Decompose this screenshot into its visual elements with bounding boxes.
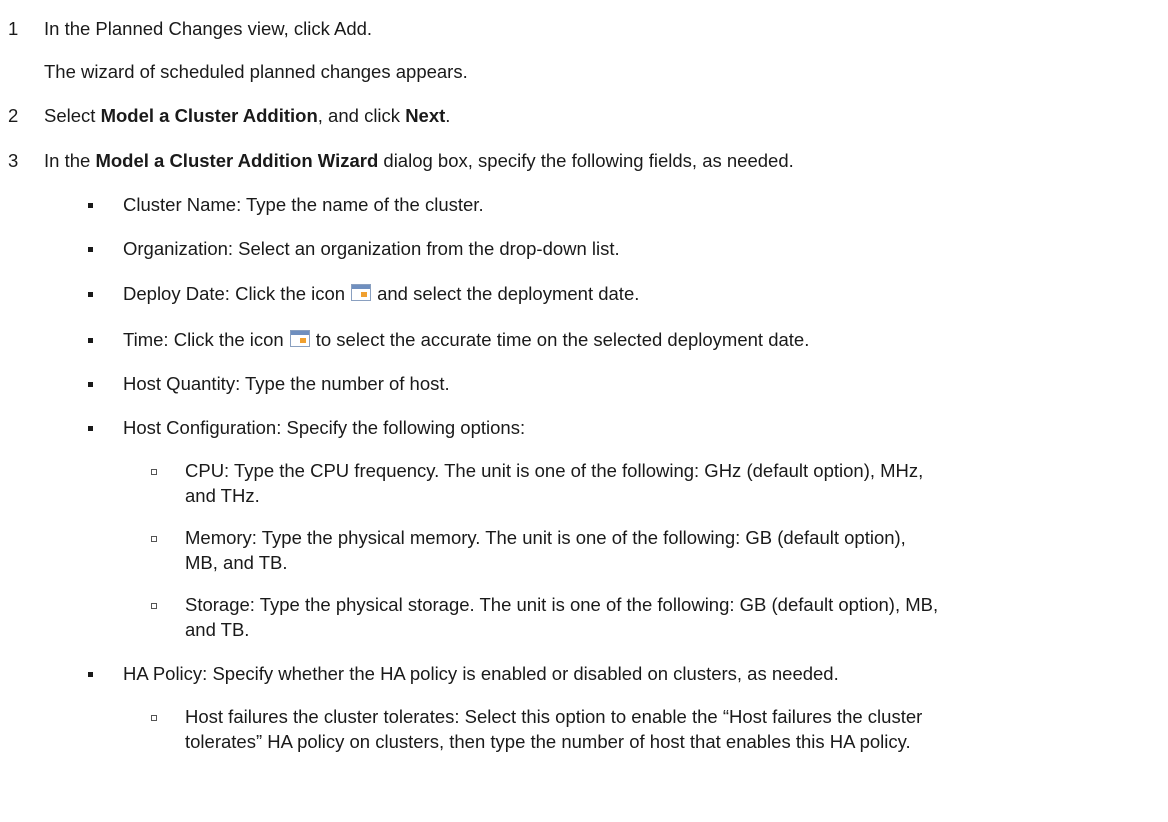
text-run: In the	[44, 150, 96, 171]
bullet-marker	[88, 203, 93, 208]
sub-bullet-marker	[151, 715, 157, 721]
field-text: Organization: Select an organization fro…	[123, 238, 620, 259]
text-run: .	[445, 105, 451, 126]
option-text: tolerates” HA policy on clusters, then t…	[185, 731, 911, 752]
sub-bullet-marker	[151, 536, 157, 542]
ui-term: Next	[405, 105, 446, 126]
sub-bullet-marker	[151, 603, 157, 609]
step-text: In the Model a Cluster Addition Wizard d…	[44, 150, 794, 172]
option-text: CPU: Type the CPU frequency. The unit is…	[185, 460, 924, 481]
option-text: Storage: Type the physical storage. The …	[185, 594, 939, 615]
bullet-marker	[88, 672, 93, 677]
option-text: Host failures the cluster tolerates: Sel…	[185, 706, 923, 727]
step-number: 1	[8, 18, 19, 39]
result-text: The wizard of scheduled planned changes …	[44, 61, 468, 82]
field-text: Cluster Name: Type the name of the clust…	[123, 194, 484, 215]
text-run: , and click	[317, 105, 406, 126]
step-number: 3	[8, 150, 19, 171]
step-number: 2	[8, 105, 19, 126]
field-text: Deploy Date: Click the icon and select th…	[123, 283, 639, 305]
text-run: Deploy Date: Click the icon	[123, 283, 346, 304]
calendar-icon	[289, 330, 310, 347]
option-text: and THz.	[185, 485, 260, 506]
calendar-icon	[351, 284, 372, 301]
step-text: In the Planned Changes view, click Add.	[44, 18, 373, 39]
option-text: MB, and TB.	[185, 552, 288, 573]
bullet-marker	[88, 338, 93, 343]
bullet-marker	[88, 426, 93, 431]
bullet-marker	[88, 247, 93, 252]
step-text: Select Model a Cluster Addition, and cli…	[44, 105, 450, 127]
field-text: Time: Click the icon to select the accura…	[123, 329, 809, 351]
text-run: Select	[44, 105, 101, 126]
ui-term: Model a Cluster Addition	[100, 105, 318, 126]
sub-bullet-marker	[151, 469, 157, 475]
text-run: dialog box, specify the following fields…	[378, 150, 794, 171]
field-text: Host Quantity: Type the number of host.	[123, 373, 450, 394]
document-page: 1 In the Planned Changes view, click Add…	[0, 0, 1168, 822]
text-run: Time: Click the icon	[123, 329, 284, 350]
text-run: to select the accurate time on the selec…	[315, 329, 810, 350]
option-text: Memory: Type the physical memory. The un…	[185, 527, 906, 548]
option-text: and TB.	[185, 619, 250, 640]
ui-term: Model a Cluster Addition Wizard	[95, 150, 379, 171]
field-text: HA Policy: Specify whether the HA policy…	[123, 663, 839, 684]
field-text: Host Configuration: Specify the followin…	[123, 417, 526, 438]
bullet-marker	[88, 292, 93, 297]
text-run: and select the deployment date.	[377, 283, 640, 304]
bullet-marker	[88, 382, 93, 387]
